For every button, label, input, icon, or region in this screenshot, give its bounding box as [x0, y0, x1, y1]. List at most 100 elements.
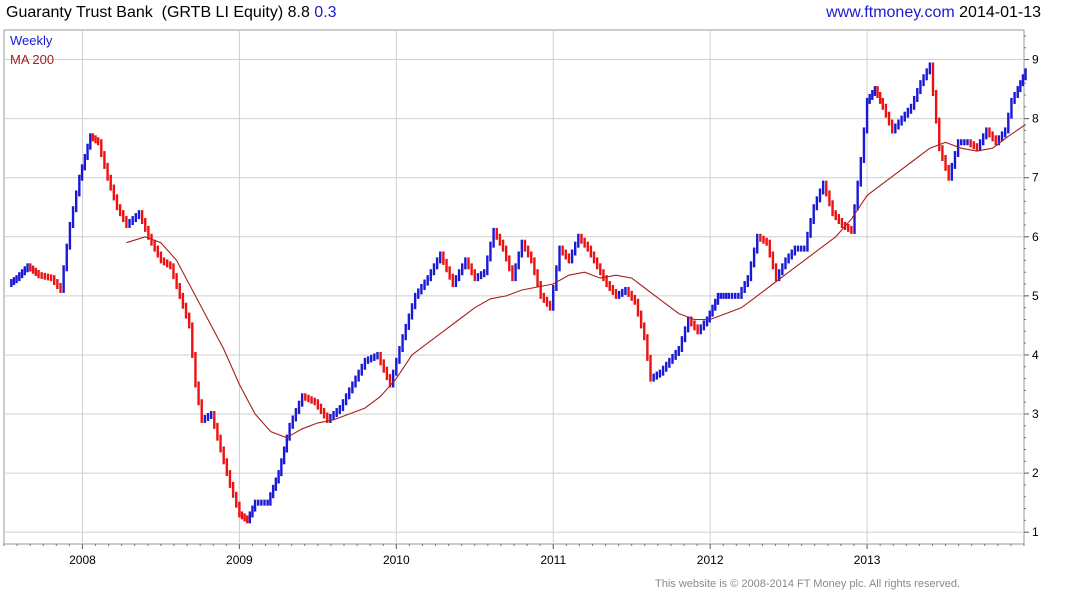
weekly-bar — [288, 422, 291, 441]
weekly-bar — [966, 139, 969, 146]
weekly-bar — [570, 249, 574, 264]
weekly-bar — [316, 399, 320, 410]
weekly-bar — [699, 324, 702, 335]
weekly-bar — [498, 233, 502, 246]
weekly-bar — [467, 257, 470, 270]
weekly-bar — [821, 180, 825, 195]
price-chart: 1 2 3 4 5 6 7 8 9 2008 2009 2010 2011 2012 2013 Weekly M… — [3, 29, 1039, 567]
weekly-bar — [89, 133, 92, 150]
weekly-bar — [351, 381, 354, 394]
weekly-bar — [520, 239, 524, 258]
weekly-bar — [274, 477, 278, 491]
weekly-bar — [10, 279, 13, 288]
weekly-bar — [749, 261, 753, 282]
weekly-bar — [784, 257, 787, 270]
weekly-bar — [621, 288, 624, 297]
weekly-bar — [94, 135, 97, 144]
weekly-bar — [470, 263, 473, 276]
weekly-bar — [251, 505, 254, 518]
weekly-bar — [599, 263, 602, 276]
weekly-bar — [464, 257, 467, 270]
weekly-bar — [734, 292, 737, 299]
weekly-bar — [341, 399, 345, 412]
weekly-bar — [711, 304, 714, 317]
weekly-bar — [768, 239, 771, 258]
weekly-bar — [310, 396, 313, 404]
weekly-bar — [978, 139, 982, 152]
y-tick-label: 3 — [1032, 407, 1039, 421]
weekly-bar — [756, 233, 759, 254]
weekly-bar — [432, 263, 436, 276]
x-tick-label: 2010 — [383, 553, 410, 567]
weekly-bar — [558, 245, 561, 272]
weekly-bar — [277, 470, 280, 484]
weekly-bar — [209, 411, 213, 419]
weekly-bar — [184, 302, 188, 319]
weekly-bar — [762, 235, 765, 244]
weekly-bar — [34, 267, 37, 276]
weekly-bar — [445, 258, 448, 273]
weekly-bar — [159, 251, 163, 264]
weekly-bar — [1013, 91, 1016, 104]
weekly-bar — [240, 511, 244, 520]
weekly-bar — [928, 62, 932, 75]
weekly-bar — [677, 346, 680, 356]
weekly-bar — [86, 143, 89, 161]
x-tick-label: 2009 — [226, 553, 253, 567]
weekly-bar — [602, 269, 605, 282]
x-tick-label: 2011 — [540, 553, 566, 567]
weekly-bar — [526, 245, 530, 258]
weekly-bar — [865, 97, 869, 134]
weekly-bar — [716, 292, 720, 305]
weekly-bar — [947, 164, 950, 181]
copyright-notice: This website is © 2008-2014 FT Money plc… — [655, 578, 961, 590]
weekly-bar — [238, 501, 241, 518]
weekly-bar — [166, 259, 169, 268]
weekly-bar — [661, 365, 665, 376]
weekly-bar — [46, 273, 50, 281]
weekly-bar — [564, 249, 567, 260]
weekly-bar — [410, 303, 414, 320]
weekly-bar — [900, 115, 903, 126]
weekly-bar — [56, 279, 59, 290]
weekly-bar — [580, 233, 583, 244]
weekly-bar — [890, 119, 894, 134]
y-tick-label: 8 — [1032, 112, 1039, 126]
weekly-bar — [583, 237, 586, 248]
weekly-bar — [140, 210, 144, 225]
weekly-bar — [304, 393, 307, 401]
weekly-bar — [260, 499, 263, 506]
weekly-bar — [853, 204, 856, 234]
weekly-bar — [796, 245, 800, 252]
weekly-bar — [646, 334, 649, 361]
weekly-bar — [545, 296, 549, 307]
weekly-bar — [128, 219, 131, 228]
weekly-bar — [18, 272, 21, 282]
weekly-bar — [420, 284, 423, 295]
weekly-bar — [385, 366, 389, 381]
weekly-bar — [269, 492, 272, 506]
weekly-bar — [589, 245, 593, 258]
weekly-bar — [614, 288, 618, 299]
weekly-bar — [1016, 86, 1019, 98]
weekly-bar — [78, 174, 81, 197]
weekly-bar — [705, 316, 709, 327]
weekly-bar — [307, 394, 310, 403]
weekly-bar — [357, 369, 360, 382]
weekly-bar — [759, 233, 762, 242]
x-tick-label: 2013 — [854, 553, 881, 567]
weekly-bar — [696, 324, 699, 335]
weekly-bar — [812, 204, 815, 225]
weekly-bar — [370, 354, 373, 363]
weekly-bar — [774, 263, 778, 282]
weekly-bar — [960, 139, 963, 146]
weekly-bar — [639, 310, 643, 329]
weekly-bar — [884, 103, 888, 118]
weekly-bar — [969, 139, 972, 148]
y-tick-label: 1 — [1032, 525, 1039, 539]
weekly-bar — [906, 107, 910, 118]
weekly-bar — [178, 283, 181, 299]
weekly-bar — [294, 408, 298, 422]
weekly-bar — [20, 269, 24, 279]
weekly-bar — [338, 405, 342, 415]
